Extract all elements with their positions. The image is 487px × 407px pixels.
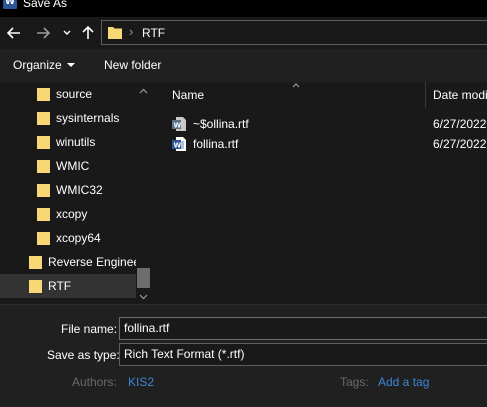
- back-arrow-icon[interactable]: [5, 22, 23, 44]
- word-file-icon: W: [172, 137, 186, 151]
- chevron-down-icon[interactable]: [61, 22, 73, 44]
- file-date: 6/27/2022: [433, 117, 487, 131]
- sidebar-item-label: winutils: [56, 135, 96, 149]
- sidebar-item-wmic32[interactable]: WMIC32: [0, 178, 136, 202]
- sidebar-item-winutils[interactable]: winutils: [0, 130, 136, 154]
- sidebar-item-rtf[interactable]: RTF: [0, 274, 136, 298]
- scrollbar-thumb[interactable]: [137, 268, 150, 288]
- file-date: 6/27/2022: [433, 137, 487, 151]
- sidebar-item-source[interactable]: source: [0, 82, 136, 106]
- sidebar-item-xcopy[interactable]: xcopy: [0, 202, 136, 226]
- file-name-value: follina.rtf: [124, 321, 170, 335]
- sidebar-item-sysinternals[interactable]: sysinternals: [0, 106, 136, 130]
- sidebar-item-label: WMIC32: [56, 183, 103, 197]
- save-form: File name: follina.rtf Save as type: Ric…: [0, 304, 487, 407]
- file-name-input[interactable]: follina.rtf: [119, 317, 487, 340]
- caret-down-icon: [66, 63, 75, 67]
- svg-text:W: W: [174, 142, 182, 150]
- new-folder-button[interactable]: New folder: [104, 58, 161, 72]
- folder-icon: [37, 184, 50, 197]
- sidebar-item-wmic[interactable]: WMIC: [0, 154, 136, 178]
- file-list: Name Date modi W ~$ollina.rtf 6/27/2022 …: [153, 82, 487, 304]
- folder-icon: [37, 232, 50, 245]
- save-type-select[interactable]: Rich Text Format (*.rtf): [119, 343, 487, 366]
- save-type-label: Save as type:: [47, 348, 120, 362]
- folder-icon: [29, 256, 42, 269]
- sort-ascending-icon: [292, 83, 300, 88]
- word-temp-file-icon: W: [172, 117, 186, 131]
- sidebar-item-label: xcopy: [56, 207, 88, 221]
- file-name: ~$ollina.rtf: [193, 117, 249, 131]
- navigation-pane: source sysinternals winutils WMIC WMIC32…: [0, 82, 152, 304]
- organize-button[interactable]: Organize: [13, 58, 75, 72]
- sidebar-item-label: WMIC: [56, 159, 90, 173]
- sidebar-item-label: RTF: [48, 279, 72, 293]
- word-icon: W: [3, 0, 17, 9]
- folder-icon: [29, 280, 42, 293]
- authors-label: Authors:: [72, 375, 117, 389]
- sidebar-item-label: Reverse Enginee: [48, 255, 141, 269]
- breadcrumb-separator: ›: [129, 24, 134, 39]
- column-divider[interactable]: [425, 82, 426, 108]
- navigation-scrollbar[interactable]: [136, 82, 151, 304]
- folder-icon: [108, 27, 122, 39]
- column-header-name[interactable]: Name: [172, 88, 204, 102]
- folder-icon: [37, 208, 50, 221]
- window-title: Save As: [23, 0, 68, 10]
- title-bar: W Save As: [0, 0, 487, 17]
- up-arrow-icon[interactable]: [79, 22, 97, 44]
- sidebar-item-xcopy64[interactable]: xcopy64: [0, 226, 136, 250]
- tags-label: Tags:: [340, 375, 369, 389]
- sidebar-item-label: source: [56, 87, 93, 101]
- table-row[interactable]: W ~$ollina.rtf 6/27/2022: [169, 114, 487, 134]
- file-name-label: File name:: [61, 322, 118, 336]
- forward-arrow-icon[interactable]: [34, 22, 52, 44]
- add-tag-link[interactable]: Add a tag: [378, 375, 429, 389]
- command-bar: Organize New folder: [0, 49, 487, 82]
- authors-value[interactable]: KIS2: [128, 375, 154, 389]
- address-bar[interactable]: › RTF: [101, 20, 487, 45]
- file-name: follina.rtf: [193, 137, 239, 151]
- column-header-date[interactable]: Date modi: [433, 88, 487, 102]
- scroll-up-icon[interactable]: [139, 88, 148, 94]
- folder-icon: [37, 112, 50, 125]
- organize-label: Organize: [13, 58, 62, 72]
- folder-icon: [37, 136, 50, 149]
- save-type-value: Rich Text Format (*.rtf): [124, 347, 245, 361]
- folder-icon: [37, 160, 50, 173]
- folder-icon: [37, 88, 50, 101]
- table-row[interactable]: W follina.rtf 6/27/2022: [169, 134, 487, 154]
- sidebar-item-reverse-engineering[interactable]: Reverse Enginee: [0, 250, 140, 274]
- scroll-down-icon[interactable]: [139, 294, 148, 300]
- sidebar-item-label: sysinternals: [56, 111, 120, 125]
- svg-text:W: W: [174, 122, 182, 130]
- sidebar-item-label: xcopy64: [56, 231, 101, 245]
- breadcrumb-current[interactable]: RTF: [142, 26, 165, 40]
